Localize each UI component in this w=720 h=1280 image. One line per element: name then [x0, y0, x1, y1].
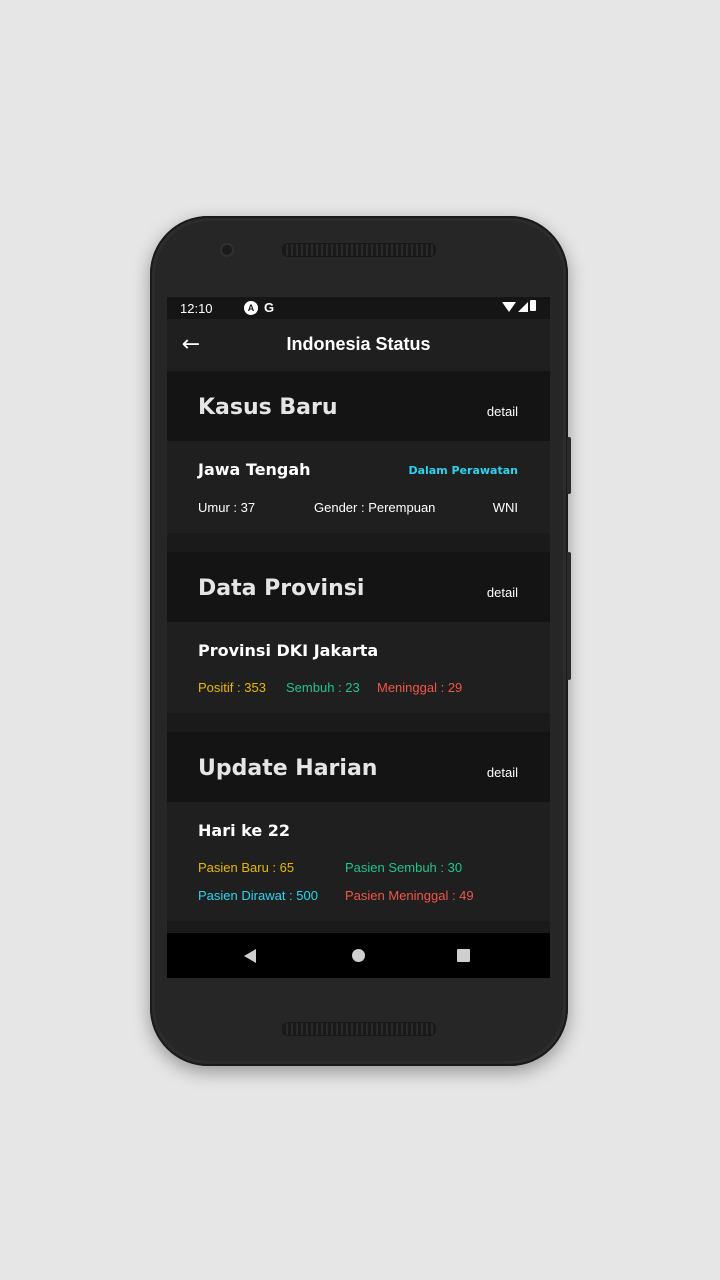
nav-recents-icon[interactable] — [457, 949, 470, 962]
new-case-card[interactable]: Jawa Tengah Dalam Perawatan Umur : 37 Ge… — [167, 441, 550, 533]
power-button — [567, 437, 571, 494]
section-header-data-provinsi: Data Provinsi detail — [167, 552, 550, 622]
case-citizenship: WNI — [492, 500, 518, 515]
app-bar: ← Indonesia Status — [167, 319, 550, 371]
daily-treated: Pasien Dirawat : 500 — [198, 888, 318, 903]
case-gender: Gender : Perempuan — [314, 500, 436, 515]
daily-update-card[interactable]: Hari ke 22 Pasien Baru : 65 Pasien Sembu… — [167, 802, 550, 921]
section-header-update-harian: Update Harian detail — [167, 732, 550, 802]
page-title: Indonesia Status — [286, 334, 431, 354]
section-gap — [167, 921, 550, 933]
google-icon: G — [264, 300, 275, 315]
section-gap — [167, 533, 550, 552]
section-title: Update Harian — [198, 756, 378, 781]
status-bar: 12:10 A G — [167, 297, 550, 319]
province-positive: Positif : 353 — [198, 680, 266, 695]
detail-link[interactable]: detail — [487, 404, 518, 419]
province-recovered: Sembuh : 23 — [286, 680, 360, 695]
section-title: Kasus Baru — [198, 395, 338, 420]
status-time: 12:10 — [180, 301, 213, 316]
daily-recovered: Pasien Sembuh : 30 — [345, 860, 463, 875]
bottom-speaker — [282, 1022, 436, 1036]
province-name: Provinsi DKI Jakarta — [198, 641, 379, 660]
province-deaths: Meninggal : 29 — [377, 680, 463, 695]
section-gap — [167, 713, 550, 732]
daily-day: Hari ke 22 — [198, 821, 291, 840]
case-region: Jawa Tengah — [198, 460, 311, 479]
wifi-icon — [502, 302, 516, 312]
notification-a-icon: A — [244, 301, 258, 315]
detail-link[interactable]: detail — [487, 765, 518, 780]
province-card[interactable]: Provinsi DKI Jakarta Positif : 353 Sembu… — [167, 622, 550, 713]
section-header-kasus-baru: Kasus Baru detail — [167, 371, 550, 441]
daily-deaths: Pasien Meninggal : 49 — [345, 888, 474, 903]
battery-icon — [530, 300, 536, 311]
front-camera — [222, 245, 232, 255]
signal-icon — [518, 302, 528, 312]
daily-new-patients: Pasien Baru : 65 — [198, 860, 295, 875]
case-age: Umur : 37 — [198, 500, 256, 515]
section-title: Data Provinsi — [198, 576, 365, 601]
nav-back-icon[interactable] — [244, 949, 256, 963]
case-status-badge: Dalam Perawatan — [408, 464, 518, 477]
screen: 12:10 A G ← Indonesia Status Kasus Baru … — [167, 297, 550, 978]
detail-link[interactable]: detail — [487, 585, 518, 600]
system-nav-bar — [167, 933, 550, 978]
nav-home-icon[interactable] — [352, 949, 365, 962]
volume-button — [567, 552, 571, 680]
top-speaker — [282, 243, 436, 257]
